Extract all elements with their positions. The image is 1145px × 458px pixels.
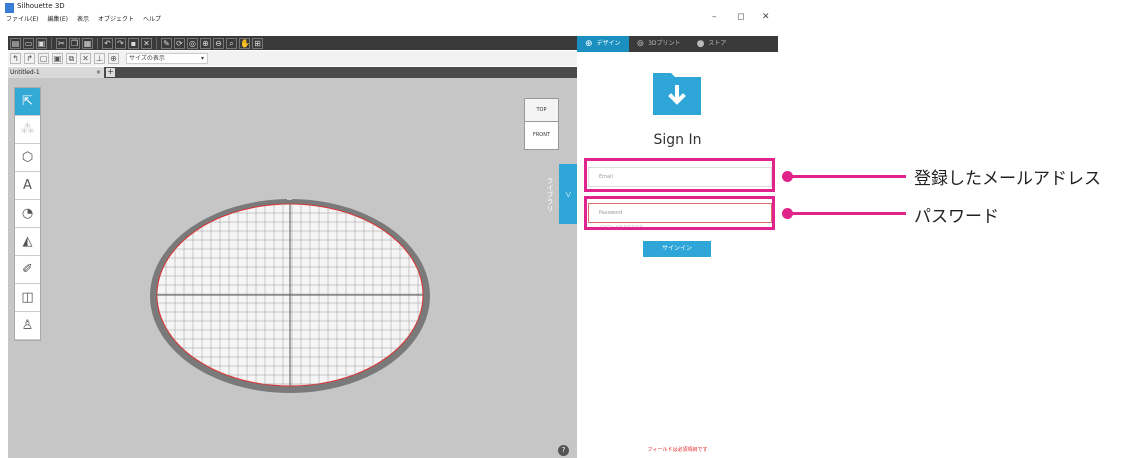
rotate-arrow-icon[interactable]: ↱	[24, 53, 35, 64]
email-callout-line	[790, 175, 906, 178]
copy-icon[interactable]: ❐	[69, 37, 80, 49]
size-display-select[interactable]: サイズの表示 ▾	[126, 53, 208, 64]
signin-title: Sign In	[653, 132, 702, 148]
library-tab[interactable]: ＞ ライブラリ	[546, 164, 577, 224]
align-icon[interactable]: ▢	[38, 53, 49, 64]
undo-icon[interactable]: ↶	[102, 37, 113, 49]
clear-icon[interactable]: ✕	[141, 37, 152, 49]
pan-hand-icon[interactable]: ✋	[239, 37, 250, 49]
secondary-toolbar: ↰ ↱ ▢ ▣ ⧉ ✕ ⊥ ⊕ サイズの表示 ▾	[8, 51, 577, 66]
tab-untitled[interactable]: Untitled-1 ×	[8, 67, 104, 78]
tab-design[interactable]: ⊕ デザイン	[577, 36, 629, 52]
menu-file[interactable]: ファイル(E)	[6, 14, 38, 23]
menu-object[interactable]: オブジェクト	[98, 14, 134, 23]
move-arrow-icon[interactable]: ↰	[10, 53, 21, 64]
zoom-out-icon[interactable]: ⊖	[213, 37, 224, 49]
add-circle-icon[interactable]: ⊕	[108, 53, 119, 64]
tab-store-label: ストア	[708, 40, 727, 47]
cut-icon[interactable]: ✂	[56, 37, 67, 49]
maximize-button[interactable]: ◻	[737, 12, 744, 22]
zoom-in-icon[interactable]: ⊕	[200, 37, 211, 49]
delete-icon[interactable]: ▪	[128, 37, 139, 49]
left-tool-palette: ⇱ ⁂ ⬡ A ◔ ◭ ✐ ◫ ♙	[14, 87, 41, 341]
viewcube-front[interactable]: FRONT	[524, 122, 559, 150]
viewcube-top[interactable]: TOP	[524, 98, 559, 122]
view-cube[interactable]: TOP FRONT	[524, 98, 559, 152]
print-icon: ⊚	[636, 39, 645, 49]
signin-panel: ⊕ デザイン ⊚ 3Dプリント ● ストア Sign In Email Pass…	[577, 36, 778, 458]
toolbar-divider	[51, 37, 52, 49]
email-highlight-box	[584, 158, 775, 192]
zoom-fit-icon[interactable]: ⌕	[226, 37, 237, 49]
open-folder-icon[interactable]: ▭	[23, 37, 34, 49]
help-icon[interactable]: ?	[558, 445, 569, 456]
library-label: ライブラリ	[546, 176, 554, 212]
grid-icon[interactable]: ⊞	[252, 37, 263, 49]
drop-to-floor-icon[interactable]: ⊥	[94, 53, 105, 64]
signin-button[interactable]: サインイン	[643, 241, 711, 257]
duplicate-icon[interactable]: ⧉	[66, 53, 77, 64]
title-bar: Silhouette 3D ファイル(E) 編集(E) 表示 オブジェクト ヘル…	[0, 0, 778, 24]
password-callout-line	[790, 212, 906, 215]
tab-label: Untitled-1	[10, 69, 40, 76]
rim-notch	[287, 194, 292, 200]
tab-3d-print[interactable]: ⊚ 3Dプリント	[629, 36, 689, 52]
brush-icon[interactable]: ✎	[161, 37, 172, 49]
menu-bar: ファイル(E) 編集(E) 表示 オブジェクト ヘルプ	[6, 14, 161, 23]
3d-viewport[interactable]: ⇱ ⁂ ⬡ A ◔ ◭ ✐ ◫ ♙ TOP FRONT ＞ ライブラリ ?	[8, 78, 577, 458]
password-highlight-box	[584, 196, 775, 230]
cube-icon[interactable]: ⬡	[15, 144, 40, 172]
tab-3d-print-label: 3Dプリント	[648, 40, 681, 47]
save-icon[interactable]: ▣	[36, 37, 47, 49]
toolbar-divider	[156, 37, 157, 49]
print-bed	[150, 194, 430, 393]
size-display-value: サイズの表示	[129, 55, 165, 62]
close-tab-icon[interactable]: ×	[96, 67, 101, 78]
group-icon[interactable]: ▣	[52, 53, 63, 64]
model-tool-icon[interactable]: ⁂	[15, 116, 40, 144]
select-cursor-icon[interactable]: ⇱	[15, 88, 40, 116]
app-title: Silhouette 3D	[17, 2, 65, 10]
text-tool-icon[interactable]: A	[15, 172, 40, 200]
rotate-view-icon[interactable]: ⟳	[174, 37, 185, 49]
orbit-icon[interactable]: ◎	[187, 37, 198, 49]
menu-view[interactable]: 表示	[77, 14, 89, 23]
toolbar-divider	[97, 37, 98, 49]
main-toolbar: ▤ ▭ ▣ ✂ ❐ ▦ ↶ ↷ ▪ ✕ ✎ ⟳ ◎ ⊕ ⊖ ⌕ ✋ ⊞	[8, 36, 577, 50]
chevron-down-icon: ▾	[200, 55, 204, 62]
new-file-icon[interactable]: ▤	[10, 37, 21, 49]
document-tab-bar: Untitled-1 × +	[8, 67, 577, 78]
menu-edit[interactable]: 編集(E)	[47, 14, 67, 23]
tab-store[interactable]: ● ストア	[689, 36, 735, 52]
password-callout-label: パスワード	[914, 207, 999, 227]
download-folder-icon	[653, 73, 701, 115]
chevron-right-icon: ＞	[564, 190, 572, 198]
remove-icon[interactable]: ✕	[80, 53, 91, 64]
knife-tool-icon[interactable]: ✐	[15, 256, 40, 284]
redo-icon[interactable]: ↷	[115, 37, 126, 49]
required-field-note: フィールドは必須項目です	[647, 447, 708, 453]
panel-tab-bar: ⊕ デザイン ⊚ 3Dプリント ● ストア	[577, 36, 778, 52]
paste-icon[interactable]: ▦	[82, 37, 93, 49]
add-tab-button[interactable]: +	[106, 68, 115, 77]
app-logo-icon	[5, 3, 14, 13]
tab-design-label: デザイン	[596, 40, 621, 47]
minimize-button[interactable]: –	[712, 12, 717, 22]
extrude-tool-icon[interactable]: ◭	[15, 228, 40, 256]
store-icon: ●	[696, 39, 705, 49]
close-button[interactable]: ✕	[762, 12, 770, 22]
email-callout-label: 登録したメールアドレス	[914, 169, 1101, 189]
globe-icon: ⊕	[585, 39, 593, 49]
split-tool-icon[interactable]: ◫	[15, 284, 40, 312]
menu-help[interactable]: ヘルプ	[143, 14, 161, 23]
shape-tool-icon[interactable]: ◔	[15, 200, 40, 228]
figure-tool-icon[interactable]: ♙	[15, 312, 40, 340]
